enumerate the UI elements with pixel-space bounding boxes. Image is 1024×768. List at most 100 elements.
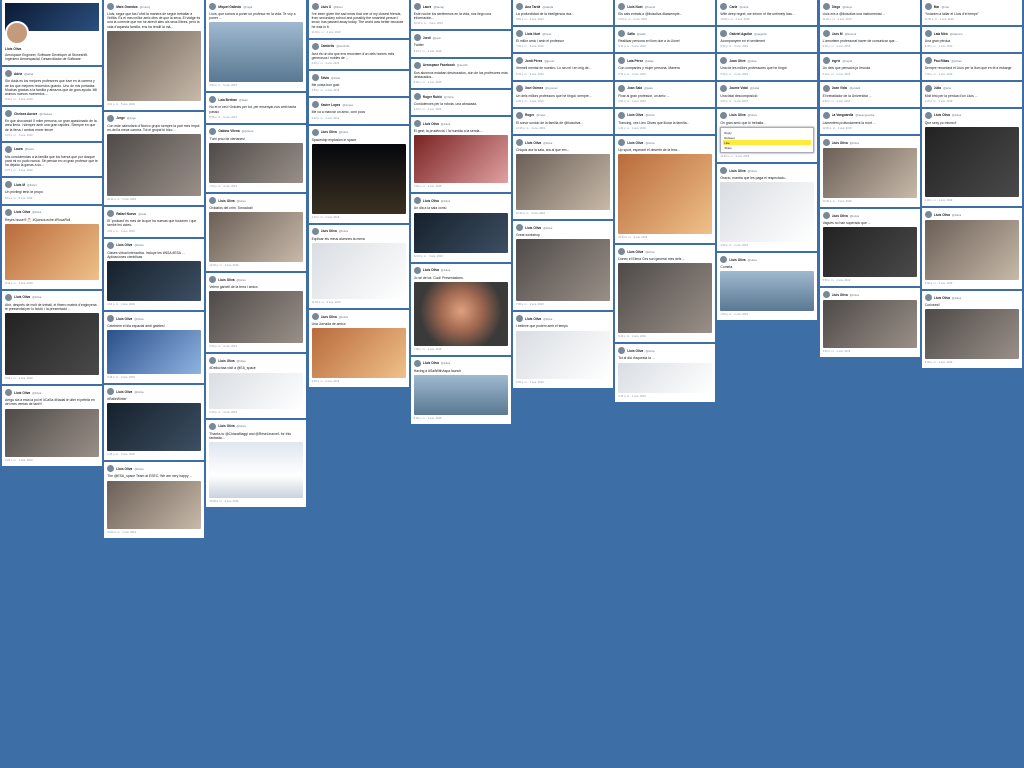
author-handle[interactable]: @marcg: [140, 5, 151, 9]
tweet-card[interactable]: Lluís Oliva @loliva Oxidatos del crim. Tor…: [206, 194, 307, 272]
avatar[interactable]: [209, 3, 217, 10]
tweet-card[interactable]: Lluís Oliva @loliva Reyes Issue!!! 🎅 #Ques…: [2, 205, 102, 289]
author-name[interactable]: Rafael Nuevo: [116, 212, 136, 216]
tweet-photo[interactable]: [5, 408, 99, 457]
tweet-timestamp[interactable]: 6:40 p. m. · 4 ene. 2019: [618, 73, 712, 76]
avatar[interactable]: [618, 3, 626, 10]
tweet-timestamp[interactable]: 4:21 p. m. · 5 ene. 2019: [107, 103, 201, 106]
author-name[interactable]: Jordi: [423, 36, 431, 40]
author-handle[interactable]: @loliva: [339, 315, 348, 319]
tweet-timestamp[interactable]: 7:00 p. m. · 4 ene. 2019: [925, 73, 1019, 76]
author-name[interactable]: Lluís Oliva: [627, 250, 643, 254]
avatar[interactable]: [209, 357, 217, 365]
author-name[interactable]: Cambrils: [321, 44, 335, 48]
avatar[interactable]: [720, 57, 728, 65]
author-name[interactable]: Lluís Nuet: [627, 5, 642, 9]
author-handle[interactable]: @lluism2: [845, 32, 857, 36]
tweet-photo[interactable]: [5, 223, 99, 280]
tweet-photo[interactable]: [516, 154, 610, 211]
avatar[interactable]: [516, 30, 523, 38]
author-name[interactable]: Sàfia: [627, 32, 635, 36]
tweet-card[interactable]: Laura @laurap Este noche los sentiremos en…: [410, 0, 511, 30]
tweet-photo[interactable]: [311, 328, 406, 379]
author-name[interactable]: Lluís Oliva: [116, 243, 132, 247]
avatar[interactable]: [107, 114, 115, 122]
author-handle[interactable]: @loliva: [441, 268, 450, 272]
tweet-timestamp[interactable]: 12:20 p. m. · 3 ene. 2019: [414, 255, 508, 258]
tweet-card[interactable]: Lluís Oliva @loliva Up sport, esperant el …: [615, 136, 716, 244]
author-name[interactable]: Lluís Oliva: [218, 424, 234, 428]
author-name[interactable]: Diego: [832, 5, 841, 9]
author-name[interactable]: Laura: [423, 5, 432, 9]
avatar[interactable]: [413, 359, 421, 367]
tweet-card[interactable]: Lluís Oliva @loliva Thanks to @ChiaraMaggi…: [206, 419, 307, 508]
tweet-card[interactable]: Roger Rubió @rrubio Condolences per la rob…: [410, 90, 511, 116]
tweet-timestamp[interactable]: 10:11 a. m. · 5 ene. 2019: [107, 198, 201, 201]
tweet-card[interactable]: Laia Miró @laiamiro Una gran pèrdua 9:30 p.…: [921, 27, 1022, 53]
profile-card[interactable]: Lluís Oliva Aerospace Engineer, Software …: [2, 0, 102, 66]
author-handle[interactable]: @silvia: [331, 76, 340, 80]
author-handle[interactable]: @loliva: [645, 113, 654, 117]
author-handle[interactable]: @chelsea: [39, 112, 51, 116]
author-handle[interactable]: @loliva: [543, 317, 552, 321]
tweet-timestamp[interactable]: 10:05 a. m. · 2 ene. 2019: [209, 500, 303, 503]
avatar[interactable]: [720, 30, 728, 38]
avatar[interactable]: [720, 3, 728, 10]
tweet-card[interactable]: Lluis Nuet @lnuet El millor amic i amb el …: [513, 27, 613, 53]
author-name[interactable]: Lluís Oliva: [525, 317, 541, 321]
tweet-card[interactable]: Júlia @julia Molt trist per la pèrdua d'un…: [921, 81, 1022, 107]
avatar[interactable]: [720, 167, 728, 175]
tweet-timestamp[interactable]: 5:00 p. m. · 1 ene. 2019: [414, 417, 508, 420]
tweet-timestamp[interactable]: 11:00 a. m. · 2 ene. 2019: [107, 531, 201, 534]
avatar[interactable]: [5, 293, 12, 301]
avatar[interactable]: [413, 120, 421, 128]
tweet-card[interactable]: Lluís Oliva @loliva Clases virtual interac…: [104, 238, 205, 311]
avatar[interactable]: [924, 211, 932, 219]
author-name[interactable]: Lluis M: [14, 183, 25, 187]
tweet-timestamp[interactable]: 9:00 p. m. · 4 ene. 2019: [823, 45, 917, 48]
author-handle[interactable]: @lluism: [27, 183, 37, 187]
author-name[interactable]: Xavi Gómez: [525, 86, 543, 90]
author-name[interactable]: Lluís Oliva: [627, 141, 643, 145]
author-handle[interactable]: @xgomez: [545, 86, 558, 90]
tweet-card[interactable]: Laia Pérez @laiap Con compartes y mujer pe…: [615, 54, 716, 80]
tweet-card[interactable]: Lluís Oliva @loliva Having a #SailWithAspa…: [410, 356, 511, 425]
avatar[interactable]: [311, 74, 319, 82]
author-name[interactable]: Ana Tardà: [525, 5, 540, 9]
avatar[interactable]: [209, 96, 217, 104]
tweet-photo[interactable]: [618, 154, 713, 235]
profile-avatar[interactable]: [5, 21, 29, 45]
tweet-photo[interactable]: [413, 375, 508, 416]
author-name[interactable]: Lluis Nuet: [525, 32, 540, 36]
tweet-timestamp[interactable]: 8:15 p. m. · 4 ene. 2019: [414, 50, 508, 53]
avatar[interactable]: [5, 181, 12, 189]
author-handle[interactable]: @jvidal2: [849, 86, 860, 90]
tweet-card[interactable]: Lluís Oliva @loliva Trancing, ves Lleu Oli…: [615, 108, 716, 135]
author-name[interactable]: Jordi Pérez: [525, 59, 542, 63]
tweet-timestamp[interactable]: 2:00 p. m. · 4 ene. 2019: [107, 230, 201, 233]
tweet-timestamp[interactable]: 11:30 p. m. · 4 ene. 2019: [312, 31, 406, 34]
author-name[interactable]: Lluís Oliva: [116, 317, 132, 321]
tweet-photo[interactable]: [822, 300, 917, 349]
tweet-timestamp[interactable]: 6:20 p. m. · 4 ene. 2019: [312, 62, 406, 65]
tweet-card[interactable]: Lluís Oliva @loliva Tot al dia d'aquesta l…: [615, 344, 716, 402]
tweet-card[interactable]: Xavier Lopes @xlopes Me va a mancar un ami…: [308, 98, 409, 124]
avatar[interactable]: [516, 111, 523, 119]
tweet-card[interactable]: Lluís Oliva @loliva Una Jornada de amics 9:…: [308, 310, 409, 388]
tweet-timestamp[interactable]: 10:00 a. m. · 3 ene. 2019: [618, 236, 712, 239]
author-handle[interactable]: @gaguilar: [754, 32, 767, 36]
author-handle[interactable]: @loliva: [952, 296, 961, 300]
author-name[interactable]: Lluís Oliva: [423, 361, 439, 365]
author-name[interactable]: Lluís Oliva: [729, 113, 745, 117]
author-name[interactable]: Joan Vidal: [832, 86, 848, 90]
author-handle[interactable]: @loliva: [952, 113, 961, 117]
tweet-card[interactable]: Sàfia @safia Realitzar persona en llum due…: [615, 27, 716, 53]
tweet-card[interactable]: Roger @roger El sonor sonido de la familia…: [513, 108, 613, 135]
author-name[interactable]: Miquel Galindo: [218, 5, 241, 9]
author-handle[interactable]: @rrubio: [444, 95, 454, 99]
author-name[interactable]: Lluís Oliva: [729, 169, 745, 173]
author-name[interactable]: Lluís Oliva: [14, 295, 30, 299]
tweet-photo[interactable]: [209, 212, 304, 263]
tweet-photo[interactable]: [209, 143, 304, 184]
tweet-card[interactable]: Ana Tardà @atarda La profundidad de la int…: [513, 0, 613, 26]
